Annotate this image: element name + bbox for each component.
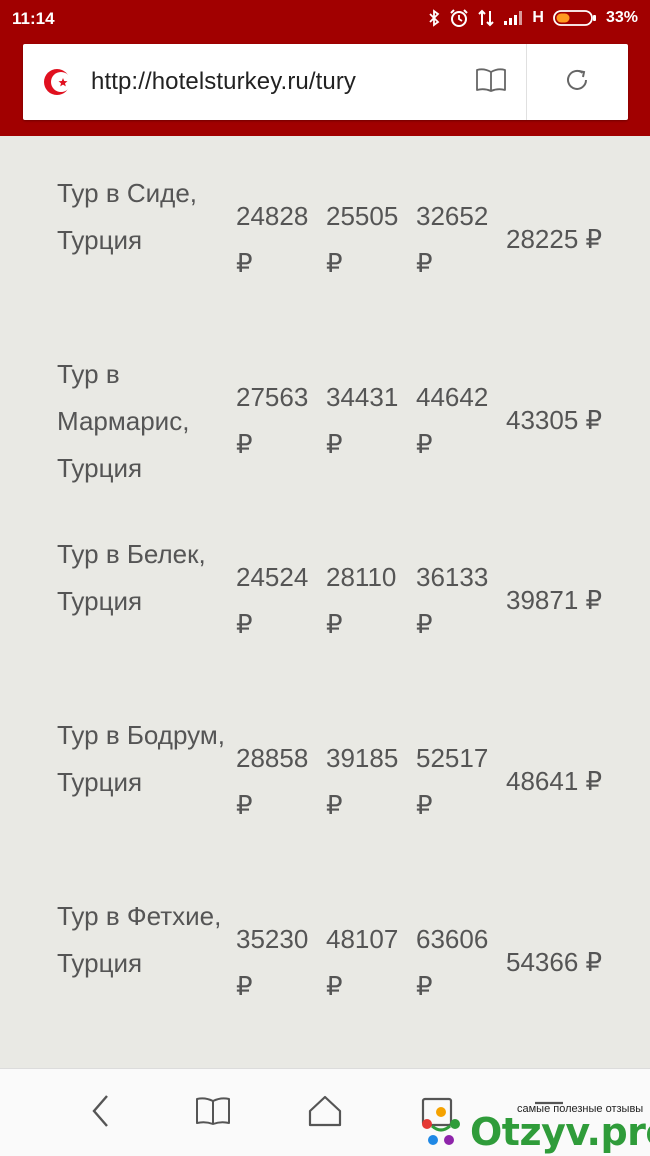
url-text[interactable]: http://hotelsturkey.ru/tury (91, 68, 356, 96)
tour-price: 27563 ₽ (236, 382, 309, 459)
alarm-icon (449, 8, 469, 28)
home-button[interactable] (303, 1091, 347, 1135)
tour-price: 24828 ₽ (236, 201, 309, 278)
tour-avg-price: 48641 ₽ (506, 766, 603, 796)
bluetooth-icon (428, 9, 440, 27)
watermark-logo: Otzyv.pro (470, 1110, 650, 1154)
site-logo-icon (43, 67, 73, 97)
tour-price: 25505 ₽ (326, 201, 399, 278)
page-content: Тур в Сиде, Турция 24828 ₽ 25505 ₽ 32652… (0, 136, 650, 1068)
people-logo-icon (418, 1104, 464, 1150)
status-bar: 11:14 H 33% (0, 0, 650, 36)
tour-avg-price: 43305 ₽ (506, 405, 603, 435)
tour-name: Тур в Сиде, Турция (57, 178, 198, 255)
tour-price: 24524 ₽ (236, 562, 309, 639)
back-button[interactable] (79, 1091, 123, 1135)
address-bar[interactable]: http://hotelsturkey.ru/tury (23, 44, 628, 120)
tour-name: Тур в Фетхие, Турция (57, 901, 222, 978)
battery-icon (553, 9, 597, 27)
book-icon (195, 1096, 231, 1131)
tour-price: 28858 ₽ (236, 743, 309, 820)
toolbar-divider (526, 44, 527, 120)
tour-price: 34431 ₽ (326, 382, 399, 459)
tour-avg-price: 28225 ₽ (506, 224, 603, 254)
status-icons: H 33% (428, 8, 638, 28)
tour-avg-price: 54366 ₽ (506, 947, 603, 977)
tour-name: Тур в Мармарис, Турция (57, 359, 190, 483)
tour-price: 44642 ₽ (416, 382, 489, 459)
bookmarks-button[interactable] (191, 1091, 235, 1135)
status-time: 11:14 (12, 9, 55, 28)
book-icon (475, 67, 507, 98)
watermark: самые полезные отзывы Otzyv.pro (418, 1098, 650, 1155)
back-icon (89, 1093, 113, 1134)
tour-price: 32652 ₽ (416, 201, 489, 278)
tour-name: Тур в Белек, Турция (57, 539, 206, 616)
reload-button[interactable] (559, 64, 595, 100)
tour-row: Тур в Фетхие, Турция 35230 ₽ 48107 ₽ 636… (0, 893, 650, 1063)
data-transfer-icon (478, 9, 495, 27)
tour-price: 63606 ₽ (416, 924, 489, 1001)
tour-row: Тур в Бодрум, Турция 28858 ₽ 39185 ₽ 525… (0, 712, 650, 882)
tour-price: 36133 ₽ (416, 562, 489, 639)
signal-icon (503, 10, 523, 26)
network-type: H (532, 9, 544, 26)
battery-percent: 33% (605, 9, 638, 26)
tour-avg-price: 39871 ₽ (506, 585, 603, 615)
tour-price: 39185 ₽ (326, 743, 399, 820)
tour-row: Тур в Мармарис, Турция 27563 ₽ 34431 ₽ 4… (0, 351, 650, 521)
tour-price: 28110 ₽ (326, 562, 397, 639)
tour-name: Тур в Бодрум, Турция (57, 720, 225, 797)
tour-row: Тур в Сиде, Турция 24828 ₽ 25505 ₽ 32652… (0, 170, 650, 340)
tour-price: 35230 ₽ (236, 924, 309, 1001)
tour-price: 52517 ₽ (416, 743, 489, 820)
home-icon (307, 1094, 343, 1133)
reload-icon (564, 67, 590, 98)
browser-toolbar: http://hotelsturkey.ru/tury (0, 36, 650, 136)
reader-mode-button[interactable] (473, 64, 509, 100)
tour-row: Тур в Белек, Турция 24524 ₽ 28110 ₽ 3613… (0, 531, 650, 701)
tour-price: 48107 ₽ (326, 924, 399, 1001)
